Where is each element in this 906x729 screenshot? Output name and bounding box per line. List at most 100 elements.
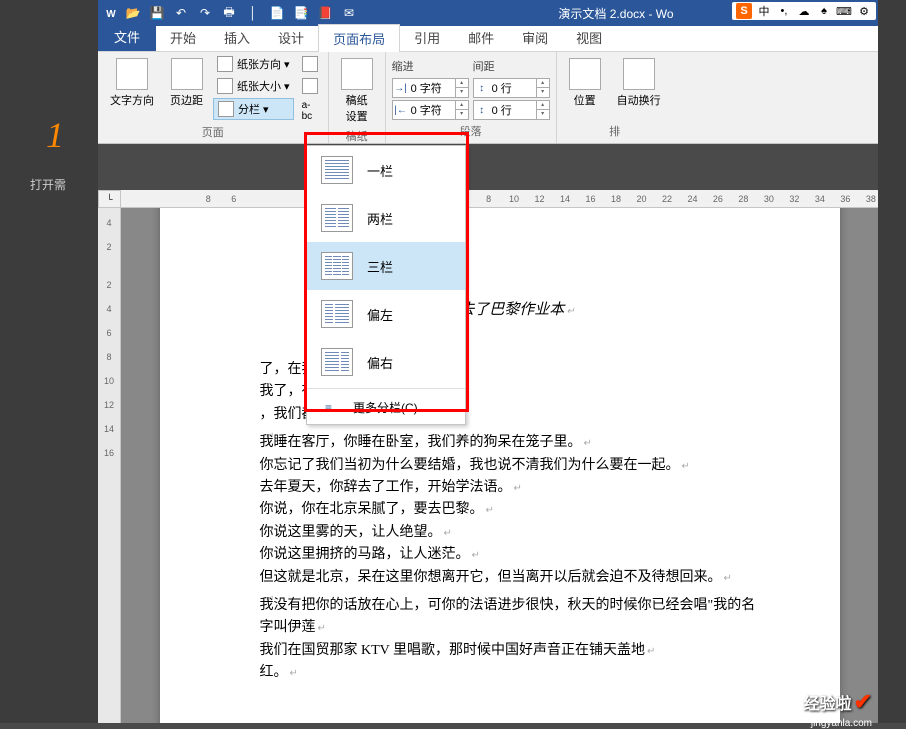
horizontal-ruler[interactable]: 862468101214161820222426283032343638 [121, 190, 878, 208]
tab-layout[interactable]: 页面布局 [318, 24, 400, 52]
ruler-tick: 32 [787, 194, 801, 204]
document-line[interactable]: 你忘记了我们当初为什么要结婚，我也说不清我们为什么要在一起。 [260, 455, 760, 477]
ruler-tick: 22 [660, 194, 674, 204]
ruler-tick: 2 [106, 280, 111, 290]
spin-down[interactable]: ▾ [537, 110, 549, 119]
columns-one-label: 一栏 [367, 161, 393, 180]
columns-three[interactable]: 三栏 [307, 242, 465, 290]
spacing-before-icon: ↕ [474, 80, 490, 96]
paragraph-group-label: 段落 [392, 123, 550, 141]
indent-right-input[interactable] [409, 104, 455, 116]
ruler-tick: 2 [106, 242, 111, 252]
ime-punct[interactable]: •, [776, 3, 792, 19]
qat-undo-icon[interactable]: ↶ [172, 4, 190, 22]
qat-new-icon[interactable]: 📄 [268, 4, 286, 22]
spacing-after-input[interactable] [490, 104, 536, 116]
right-edge [878, 0, 906, 723]
hyphenation-button[interactable]: a-bc [298, 98, 322, 124]
tab-view[interactable]: 视图 [562, 24, 616, 51]
qat-doc-icon[interactable]: 📑 [292, 4, 310, 22]
tab-mailings[interactable]: 邮件 [454, 24, 508, 51]
spin-up[interactable]: ▴ [537, 79, 549, 88]
qat-pdf-icon[interactable]: 📕 [316, 4, 334, 22]
ime-keyboard-icon[interactable]: ⌨ [836, 3, 852, 19]
ruler-tick: 16 [583, 194, 597, 204]
spacing-before-spinner[interactable]: ↕ ▴▾ [473, 78, 550, 98]
tab-design[interactable]: 设计 [264, 24, 318, 51]
manuscript-button[interactable]: 稿纸 设置 [335, 54, 379, 128]
spacing-after-spinner[interactable]: ↕ ▴▾ [473, 100, 550, 120]
qat-open-icon[interactable]: 📂 [124, 4, 142, 22]
spin-down[interactable]: ▾ [537, 88, 549, 97]
columns-button[interactable]: 分栏 ▾ [213, 98, 294, 120]
ruler-tick: 4 [106, 218, 111, 228]
ime-logo-icon[interactable]: S [736, 3, 752, 19]
tab-insert[interactable]: 插入 [210, 24, 264, 51]
indent-label: 缩进 [392, 58, 469, 76]
indent-left-input[interactable] [409, 82, 455, 94]
ribbon: 文字方向 页边距 纸张方向 ▾ 纸张大小 ▾ 分栏 ▾ a-bc 页面 稿 [98, 52, 878, 144]
indent-left-spinner[interactable]: →| ▴▾ [392, 78, 469, 98]
qat-redo-icon[interactable]: ↷ [196, 4, 214, 22]
spin-down[interactable]: ▾ [456, 110, 468, 119]
ruler-tick: 18 [609, 194, 623, 204]
orientation-button[interactable]: 纸张方向 ▾ [213, 54, 294, 74]
watermark-url: jingyanla.com [811, 718, 872, 729]
spin-up[interactable]: ▴ [456, 101, 468, 110]
qat-save-icon[interactable]: 💾 [148, 4, 166, 22]
ribbon-tabs: 文件 开始 插入 设计 页面布局 引用 邮件 审阅 视图 [98, 26, 878, 52]
columns-right-label: 偏右 [367, 353, 393, 372]
columns-one[interactable]: 一栏 [307, 146, 465, 194]
spin-down[interactable]: ▾ [456, 88, 468, 97]
breaks-button[interactable] [298, 54, 322, 74]
columns-icon [218, 101, 234, 117]
size-button[interactable]: 纸张大小 ▾ [213, 76, 294, 96]
columns-two[interactable]: 两栏 [307, 194, 465, 242]
ime-cloud-icon[interactable]: ☁ [796, 3, 812, 19]
ruler-corner[interactable]: └ [98, 190, 121, 208]
document-line[interactable]: 去年夏天，你辞去了工作，开始学法语。 [260, 477, 760, 499]
columns-right[interactable]: 偏右 [307, 338, 465, 386]
watermark-text: 经验啦 [804, 690, 852, 714]
columns-three-label: 三栏 [367, 257, 393, 276]
ime-mic-icon[interactable]: ♠ [816, 3, 832, 19]
document-line[interactable]: 我们在国贸那家 KTV 里唱歌，那时候中国好声音正在铺天盖地 [260, 640, 760, 662]
text-direction-button[interactable]: 文字方向 [104, 54, 160, 112]
orientation-label: 纸张方向 ▾ [237, 56, 290, 72]
document-line[interactable]: 你说这里雾的天，让人绝望。 [260, 522, 760, 544]
tab-references[interactable]: 引用 [400, 24, 454, 51]
word-app-icon: W [102, 4, 120, 22]
qat-print-icon[interactable]: 🖶 [220, 4, 238, 22]
tab-review[interactable]: 审阅 [508, 24, 562, 51]
spacing-before-input[interactable] [490, 82, 536, 94]
document-line[interactable]: 我没有把你的话放在心上，可你的法语进步很快，秋天的时候你已经会唱"我的名字叫伊莲 [260, 595, 760, 640]
document-line[interactable]: 你说，你在北京呆腻了，要去巴黎。 [260, 499, 760, 521]
ime-toolbar[interactable]: S 中 •, ☁ ♠ ⌨ ⚙ [732, 2, 876, 20]
qat-mail-icon[interactable]: ✉ [340, 4, 358, 22]
tab-home[interactable]: 开始 [156, 24, 210, 51]
vertical-ruler[interactable]: 42246810121416 [98, 208, 121, 723]
tab-file[interactable]: 文件 [98, 22, 156, 51]
columns-left-label: 偏左 [367, 305, 393, 324]
manuscript-icon [341, 58, 373, 90]
document-area[interactable]: 你去了巴黎作业本 了，在我们结婚两年以后。我了，在我们结婚两年以后。，我们都没说… [121, 208, 878, 723]
columns-more[interactable]: 更多分栏(C)... [307, 391, 465, 424]
ime-settings-icon[interactable]: ⚙ [856, 3, 872, 19]
ime-lang[interactable]: 中 [756, 3, 772, 19]
columns-label: 分栏 ▾ [238, 101, 269, 117]
document-line[interactable]: 你说这里拥挤的马路，让人迷茫。 [260, 544, 760, 566]
page[interactable]: 你去了巴黎作业本 了，在我们结婚两年以后。我了，在我们结婚两年以后。，我们都没说… [160, 208, 840, 723]
indent-left-icon: →| [393, 80, 409, 96]
columns-left[interactable]: 偏左 [307, 290, 465, 338]
document-line[interactable]: 但这就是北京，呆在这里你想离开它，但当离开以后就会迫不及待想回来。 [260, 567, 760, 589]
page-setup-group-label: 页面 [104, 124, 322, 142]
margins-button[interactable]: 页边距 [164, 54, 209, 112]
document-line[interactable]: 红。 [260, 662, 760, 684]
position-button[interactable]: 位置 [563, 54, 607, 112]
indent-right-spinner[interactable]: |← ▴▾ [392, 100, 469, 120]
spin-up[interactable]: ▴ [537, 101, 549, 110]
spin-up[interactable]: ▴ [456, 79, 468, 88]
wrap-button[interactable]: 自动换行 [611, 54, 667, 112]
line-numbers-button[interactable] [298, 76, 322, 96]
document-line[interactable]: 我睡在客厅，你睡在卧室，我们养的狗呆在笼子里。 [260, 432, 760, 454]
